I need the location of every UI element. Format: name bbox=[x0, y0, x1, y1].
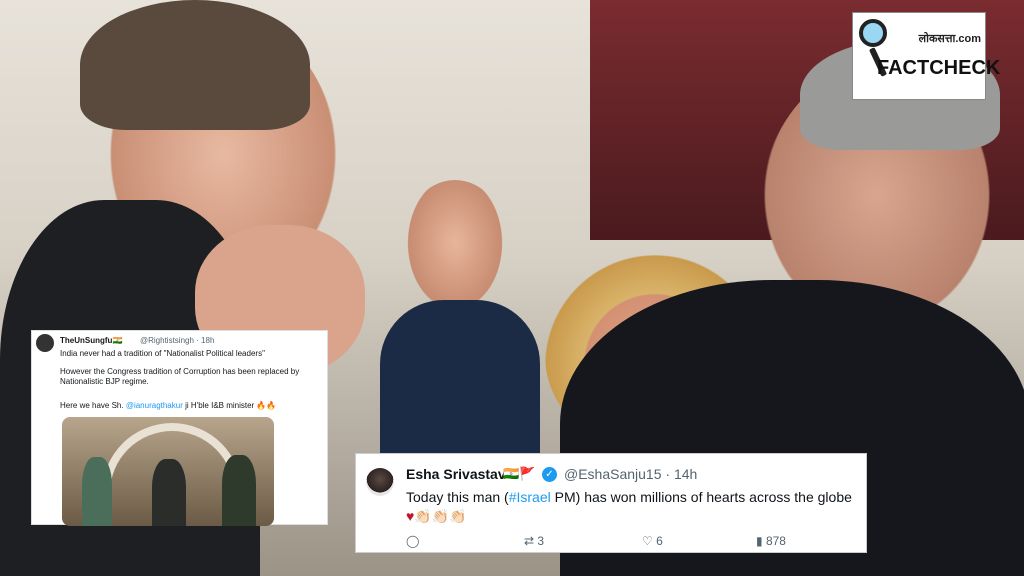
views-icon: ▮ bbox=[756, 534, 763, 548]
tweet-text-suffix: PM) has won millions of hearts across th… bbox=[550, 489, 852, 505]
magnifier-icon bbox=[859, 19, 887, 47]
background-man-body bbox=[380, 300, 540, 460]
like-button[interactable]: ♡ 6 bbox=[642, 534, 663, 548]
views-button[interactable]: ▮ 878 bbox=[756, 534, 786, 548]
avatar[interactable] bbox=[36, 334, 54, 352]
fact-check-logo: लोकसत्ता.com FACTCHECK bbox=[852, 12, 1000, 100]
image-person-3 bbox=[222, 455, 256, 526]
retweet-count: 3 bbox=[537, 534, 545, 548]
flag-emoji: 🇮🇳 bbox=[112, 336, 123, 345]
author-name-text: TheUnSungfu bbox=[60, 336, 113, 345]
tweet-time: · 14h bbox=[665, 466, 698, 482]
tweet-author-handle[interactable]: @Rightistsingh · 18h bbox=[140, 336, 214, 345]
image-person-2 bbox=[152, 459, 186, 526]
tweet-line-1: India never had a tradition of "National… bbox=[60, 349, 265, 358]
mention-link[interactable]: @ianuragthakur bbox=[126, 401, 183, 410]
logo-site-name: लोकसत्ता.com bbox=[918, 33, 981, 45]
tweet-text-prefix: Today this man ( bbox=[406, 489, 509, 505]
tweet-author-handle[interactable]: @EshaSanju15 · 14h bbox=[564, 466, 697, 482]
handle-text: @EshaSanju15 bbox=[564, 466, 662, 482]
tweet-emoji-line: ♥👏🏻👏🏻👏🏻 bbox=[406, 508, 467, 524]
young-man-hair bbox=[80, 0, 310, 130]
retweet-button[interactable]: ⇄ 3 bbox=[524, 534, 544, 548]
flag-emojis: 🇮🇳🚩 bbox=[503, 466, 536, 481]
tweet-card-right[interactable]: Esha Srivastav 🇮🇳🚩 ✓ @EshaSanju15 · 14h … bbox=[355, 453, 867, 553]
tweet-text: Today this man (#Israel PM) has won mill… bbox=[406, 489, 852, 505]
retweet-icon: ⇄ bbox=[524, 534, 535, 548]
heart-icon: ♡ bbox=[642, 534, 653, 548]
reply-icon: ◯ bbox=[406, 534, 420, 548]
like-count: 6 bbox=[656, 534, 663, 548]
tweet-time: · 18h bbox=[196, 336, 215, 345]
reply-button[interactable]: ◯ bbox=[406, 534, 419, 548]
logo-fact-check-text: FACTCHECK bbox=[877, 57, 1001, 79]
views-count: 878 bbox=[765, 534, 786, 548]
tweet-line-2b: Nationalistic BJP regime. bbox=[60, 377, 149, 386]
image-person-1 bbox=[82, 457, 112, 526]
verified-badge-icon: ✓ bbox=[542, 467, 557, 482]
tweet-attached-image[interactable] bbox=[62, 417, 274, 526]
background-man-figure bbox=[400, 180, 510, 320]
handle-text: @Rightistsingh bbox=[140, 336, 194, 345]
tweet-author-name[interactable]: TheUnSungfu🇮🇳 bbox=[60, 336, 122, 345]
tweet-author-name[interactable]: Esha Srivastav bbox=[406, 466, 506, 482]
tweet-card-left[interactable]: TheUnSungfu🇮🇳 @Rightistsingh · 18h India… bbox=[31, 330, 328, 526]
tweet-line-3: Here we have Sh. @ianuragthakur ji H'ble… bbox=[60, 401, 276, 410]
line3-prefix: Here we have Sh. bbox=[60, 401, 124, 410]
avatar[interactable] bbox=[366, 468, 394, 496]
tweet-action-bar: ◯ ⇄ 3 ♡ 6 ▮ 878 bbox=[406, 534, 856, 550]
hashtag-link[interactable]: #Israel bbox=[509, 489, 551, 505]
line3-suffix: ji H'ble I&B minister 🔥🔥 bbox=[185, 401, 277, 410]
tweet-line-2a: However the Congress tradition of Corrup… bbox=[60, 367, 300, 376]
